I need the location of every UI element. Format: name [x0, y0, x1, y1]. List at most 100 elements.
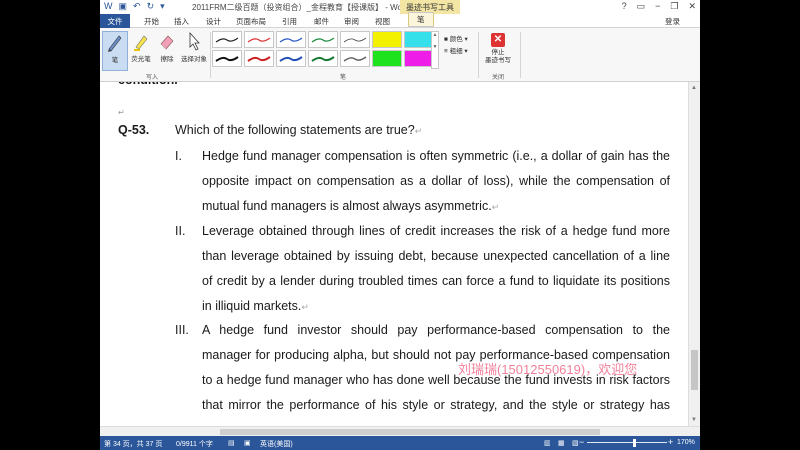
save-icon[interactable]: ▣	[119, 1, 128, 12]
document-area[interactable]: condition. ↵ Q-53. Which of the followin…	[100, 82, 688, 426]
tab-pen[interactable]: 笔	[408, 12, 434, 27]
vertical-scrollbar[interactable]: ▲ ▼	[688, 82, 700, 426]
web-layout-icon[interactable]: ▧	[572, 439, 579, 447]
scrollbar-thumb[interactable]	[220, 429, 600, 435]
status-bar: 第 34 页，共 37 页 0/9911 个字 ▤ ▣ 英语(美国) ▥ ▦ ▧…	[100, 436, 700, 450]
cursor-arrow-icon	[189, 31, 200, 51]
scroll-up-icon[interactable]: ▲	[691, 85, 697, 91]
read-mode-icon[interactable]: ▥	[544, 439, 551, 447]
select-objects-button[interactable]: 选择对象	[178, 31, 210, 71]
tab-view[interactable]: 视图	[375, 16, 390, 27]
pen-swatch-green[interactable]	[308, 31, 338, 48]
word-window: W ▣ ↶ ↻ ▾ 2011FRM二级百题（投资组合）_金程教育【授课版】 - …	[100, 0, 700, 450]
pen-swatch-blue-thick[interactable]	[276, 50, 306, 67]
highlighter-swatch-turquoise[interactable]	[404, 31, 434, 48]
language-indicator[interactable]: 英语(美国)	[260, 439, 293, 449]
proofing-icon[interactable]: ▤	[228, 439, 235, 447]
paragraph-line: Leverage obtained through lines of credi…	[202, 224, 670, 238]
tab-review[interactable]: 审阅	[344, 16, 359, 27]
question-text: Which of the following statements are tr…	[175, 118, 422, 144]
stop-inking-button[interactable]: ✕ 停止 墨迹书写	[483, 31, 513, 65]
stop-inking-label-2: 墨迹书写	[485, 57, 511, 64]
paragraph-mark: ↵	[491, 202, 500, 212]
restore-button[interactable]: ❐	[670, 1, 678, 12]
quick-access-toolbar: W ▣ ↶ ↻ ▾	[104, 1, 165, 12]
tab-file[interactable]: 文件	[100, 14, 130, 28]
pen-swatch-black[interactable]	[212, 31, 242, 48]
customize-qat-icon[interactable]: ▾	[160, 1, 165, 12]
window-controls: ? ▭ − ❐ ✕	[622, 1, 696, 12]
tab-references[interactable]: 引用	[282, 16, 297, 27]
print-layout-icon[interactable]: ▦	[558, 439, 565, 447]
highlighter-swatch-green[interactable]	[372, 50, 402, 67]
pen-swatch-red-thick[interactable]	[244, 50, 274, 67]
word-logo-icon: W	[104, 1, 113, 11]
ribbon-separator	[520, 32, 521, 78]
ribbon-tabs: 文件 开始 插入 设计 页面布局 引用 邮件 审阅 视图 笔 登录	[100, 12, 700, 28]
paragraph-line: A hedge fund investor should pay perform…	[202, 323, 670, 337]
zoom-slider-thumb[interactable]	[633, 439, 636, 447]
ribbon-separator	[478, 32, 479, 78]
undo-icon[interactable]: ↶	[133, 1, 141, 12]
thickness-dropdown[interactable]: ≡ 粗细 ▾	[444, 45, 468, 55]
pen-swatch-blue[interactable]	[276, 31, 306, 48]
scrollbar-thumb[interactable]	[691, 350, 698, 390]
paragraph-line-text: in illiquid markets.	[202, 299, 302, 313]
close-button[interactable]: ✕	[688, 1, 696, 12]
ribbon-separator	[210, 32, 211, 78]
zoom-slider[interactable]	[587, 442, 667, 443]
pens-group-label: 笔	[340, 75, 347, 81]
zoom-out-button[interactable]: −	[579, 437, 584, 447]
paragraph-line: that mirror the performance of his style…	[202, 398, 670, 412]
tab-page-layout[interactable]: 页面布局	[236, 16, 266, 27]
thickness-label: 粗细	[449, 48, 463, 55]
horizontal-scrollbar[interactable]	[100, 426, 700, 436]
pen-label: 笔	[111, 57, 119, 64]
highlighter-button[interactable]: 荧光笔	[128, 31, 154, 71]
highlighter-icon	[134, 35, 148, 51]
page-count[interactable]: 第 34 页，共 37 页	[104, 439, 162, 449]
highlighter-swatch-yellow[interactable]	[372, 31, 402, 48]
paragraph-line: in illiquid markets.↵	[202, 294, 670, 319]
help-button[interactable]: ?	[622, 1, 627, 12]
tab-design[interactable]: 设计	[206, 16, 221, 27]
item-numeral: II.	[175, 224, 186, 238]
highlighter-swatch-pink[interactable]	[404, 50, 434, 67]
pen-swatch-thin-black[interactable]	[340, 31, 370, 48]
tab-insert[interactable]: 插入	[174, 16, 189, 27]
eraser-label: 擦除	[160, 56, 174, 63]
pen-gallery-scroll[interactable]: ▲ ▼	[431, 31, 439, 69]
pen-swatch-green-thick[interactable]	[308, 50, 338, 67]
window-title: 2011FRM二级百题（投资组合）_金程教育【授课版】 - Word	[192, 3, 410, 12]
eraser-icon	[160, 35, 174, 50]
pen-button[interactable]: 笔	[102, 31, 128, 71]
pen-icon	[108, 35, 122, 52]
zoom-in-button[interactable]: +	[668, 437, 673, 447]
tab-mailings[interactable]: 邮件	[314, 16, 329, 27]
paragraph-line: Hedge fund manager compensation is often…	[202, 149, 670, 163]
eraser-button[interactable]: 擦除	[154, 31, 180, 71]
pen-swatch-red[interactable]	[244, 31, 274, 48]
item-paragraph: Hedge fund manager compensation is often…	[202, 144, 670, 219]
pen-swatch-black-thick[interactable]	[212, 50, 242, 67]
redo-icon[interactable]: ↻	[147, 1, 155, 12]
zoom-level[interactable]: 170%	[677, 439, 695, 446]
ribbon-display-icon[interactable]: ▭	[637, 1, 646, 12]
highlighter-label: 荧光笔	[131, 56, 151, 63]
paragraph-line: opposite impact on compensation as a dol…	[202, 174, 670, 188]
paragraph-mark: ↵	[414, 126, 423, 136]
tab-home[interactable]: 开始	[144, 16, 159, 27]
paragraph-line: than leverage obtained by issuing debt, …	[202, 249, 670, 263]
minimize-button[interactable]: −	[655, 1, 660, 12]
macro-icon[interactable]: ▣	[244, 439, 251, 447]
item-numeral: I.	[175, 149, 182, 163]
ribbon: 笔 荧光笔 擦除 选择对象 写入 ▲ ▼ ■ 颜色 ▾ ≡ 粗细 ▾ 笔 ✕ 停…	[100, 28, 700, 82]
word-count[interactable]: 0/9911 个字	[176, 439, 213, 449]
pen-swatch-gray[interactable]	[340, 50, 370, 67]
scroll-down-icon[interactable]: ▼	[691, 417, 697, 423]
paragraph-line: mutual fund managers is almost always as…	[202, 194, 670, 219]
color-dropdown[interactable]: ■ 颜色 ▾	[444, 33, 468, 43]
close-x-icon: ✕	[491, 33, 505, 47]
item-paragraph: Leverage obtained through lines of credi…	[202, 219, 670, 319]
login-link[interactable]: 登录	[665, 16, 680, 27]
